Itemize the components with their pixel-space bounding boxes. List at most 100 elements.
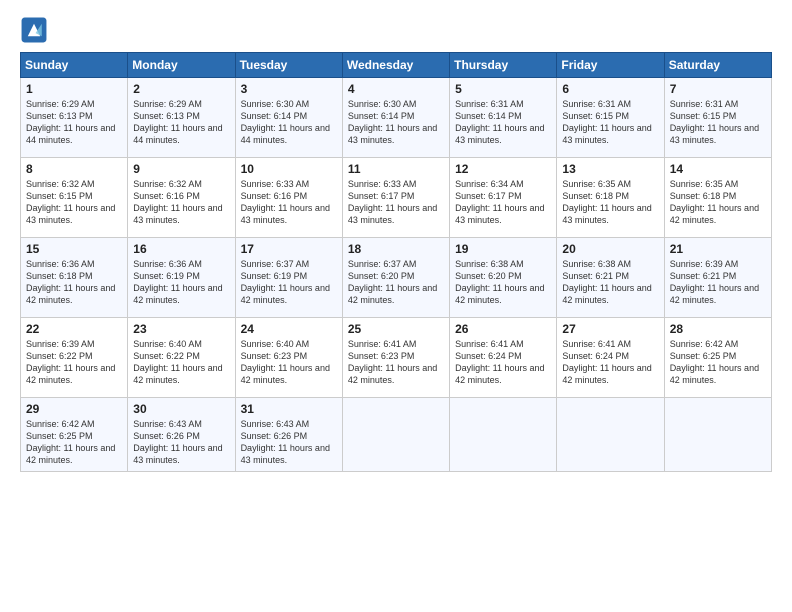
calendar-week-3: 15 Sunrise: 6:36 AMSunset: 6:18 PMDaylig… <box>21 238 772 318</box>
day-number: 19 <box>455 242 551 256</box>
calendar-cell: 6 Sunrise: 6:31 AMSunset: 6:15 PMDayligh… <box>557 78 664 158</box>
cell-info: Sunrise: 6:38 AMSunset: 6:21 PMDaylight:… <box>562 259 651 305</box>
calendar-cell: 14 Sunrise: 6:35 AMSunset: 6:18 PMDaylig… <box>664 158 771 238</box>
day-number: 10 <box>241 162 337 176</box>
calendar-cell: 18 Sunrise: 6:37 AMSunset: 6:20 PMDaylig… <box>342 238 449 318</box>
calendar-cell: 24 Sunrise: 6:40 AMSunset: 6:23 PMDaylig… <box>235 318 342 398</box>
calendar-week-2: 8 Sunrise: 6:32 AMSunset: 6:15 PMDayligh… <box>21 158 772 238</box>
calendar-cell: 30 Sunrise: 6:43 AMSunset: 6:26 PMDaylig… <box>128 398 235 472</box>
cell-info: Sunrise: 6:31 AMSunset: 6:15 PMDaylight:… <box>562 99 651 145</box>
day-number: 16 <box>133 242 229 256</box>
cell-info: Sunrise: 6:30 AMSunset: 6:14 PMDaylight:… <box>241 99 330 145</box>
calendar-cell: 9 Sunrise: 6:32 AMSunset: 6:16 PMDayligh… <box>128 158 235 238</box>
cell-info: Sunrise: 6:39 AMSunset: 6:22 PMDaylight:… <box>26 339 115 385</box>
cell-info: Sunrise: 6:36 AMSunset: 6:18 PMDaylight:… <box>26 259 115 305</box>
day-number: 28 <box>670 322 766 336</box>
calendar-cell <box>557 398 664 472</box>
calendar-cell: 2 Sunrise: 6:29 AMSunset: 6:13 PMDayligh… <box>128 78 235 158</box>
day-number: 30 <box>133 402 229 416</box>
cell-info: Sunrise: 6:31 AMSunset: 6:15 PMDaylight:… <box>670 99 759 145</box>
day-number: 27 <box>562 322 658 336</box>
cell-info: Sunrise: 6:41 AMSunset: 6:23 PMDaylight:… <box>348 339 437 385</box>
cell-info: Sunrise: 6:40 AMSunset: 6:23 PMDaylight:… <box>241 339 330 385</box>
cell-info: Sunrise: 6:37 AMSunset: 6:20 PMDaylight:… <box>348 259 437 305</box>
cell-info: Sunrise: 6:42 AMSunset: 6:25 PMDaylight:… <box>26 419 115 465</box>
calendar-cell <box>342 398 449 472</box>
day-number: 31 <box>241 402 337 416</box>
calendar-cell <box>450 398 557 472</box>
day-number: 23 <box>133 322 229 336</box>
calendar-cell: 27 Sunrise: 6:41 AMSunset: 6:24 PMDaylig… <box>557 318 664 398</box>
cell-info: Sunrise: 6:31 AMSunset: 6:14 PMDaylight:… <box>455 99 544 145</box>
weekday-header-thursday: Thursday <box>450 53 557 78</box>
weekday-header-row: SundayMondayTuesdayWednesdayThursdayFrid… <box>21 53 772 78</box>
cell-info: Sunrise: 6:37 AMSunset: 6:19 PMDaylight:… <box>241 259 330 305</box>
cell-info: Sunrise: 6:32 AMSunset: 6:15 PMDaylight:… <box>26 179 115 225</box>
day-number: 7 <box>670 82 766 96</box>
calendar-cell: 28 Sunrise: 6:42 AMSunset: 6:25 PMDaylig… <box>664 318 771 398</box>
weekday-header-saturday: Saturday <box>664 53 771 78</box>
day-number: 29 <box>26 402 122 416</box>
logo <box>20 16 52 44</box>
calendar-week-4: 22 Sunrise: 6:39 AMSunset: 6:22 PMDaylig… <box>21 318 772 398</box>
calendar-cell: 17 Sunrise: 6:37 AMSunset: 6:19 PMDaylig… <box>235 238 342 318</box>
calendar-cell: 1 Sunrise: 6:29 AMSunset: 6:13 PMDayligh… <box>21 78 128 158</box>
day-number: 11 <box>348 162 444 176</box>
page: SundayMondayTuesdayWednesdayThursdayFrid… <box>0 0 792 612</box>
cell-info: Sunrise: 6:32 AMSunset: 6:16 PMDaylight:… <box>133 179 222 225</box>
calendar-cell: 29 Sunrise: 6:42 AMSunset: 6:25 PMDaylig… <box>21 398 128 472</box>
cell-info: Sunrise: 6:29 AMSunset: 6:13 PMDaylight:… <box>133 99 222 145</box>
calendar-cell: 4 Sunrise: 6:30 AMSunset: 6:14 PMDayligh… <box>342 78 449 158</box>
weekday-header-friday: Friday <box>557 53 664 78</box>
day-number: 2 <box>133 82 229 96</box>
day-number: 9 <box>133 162 229 176</box>
day-number: 4 <box>348 82 444 96</box>
day-number: 20 <box>562 242 658 256</box>
cell-info: Sunrise: 6:36 AMSunset: 6:19 PMDaylight:… <box>133 259 222 305</box>
cell-info: Sunrise: 6:41 AMSunset: 6:24 PMDaylight:… <box>455 339 544 385</box>
day-number: 3 <box>241 82 337 96</box>
calendar-week-1: 1 Sunrise: 6:29 AMSunset: 6:13 PMDayligh… <box>21 78 772 158</box>
calendar-cell: 25 Sunrise: 6:41 AMSunset: 6:23 PMDaylig… <box>342 318 449 398</box>
calendar-cell: 19 Sunrise: 6:38 AMSunset: 6:20 PMDaylig… <box>450 238 557 318</box>
cell-info: Sunrise: 6:35 AMSunset: 6:18 PMDaylight:… <box>670 179 759 225</box>
calendar-cell: 23 Sunrise: 6:40 AMSunset: 6:22 PMDaylig… <box>128 318 235 398</box>
header <box>20 16 772 44</box>
calendar-cell: 10 Sunrise: 6:33 AMSunset: 6:16 PMDaylig… <box>235 158 342 238</box>
day-number: 6 <box>562 82 658 96</box>
calendar-cell: 12 Sunrise: 6:34 AMSunset: 6:17 PMDaylig… <box>450 158 557 238</box>
day-number: 5 <box>455 82 551 96</box>
cell-info: Sunrise: 6:39 AMSunset: 6:21 PMDaylight:… <box>670 259 759 305</box>
cell-info: Sunrise: 6:43 AMSunset: 6:26 PMDaylight:… <box>133 419 222 465</box>
calendar-cell: 22 Sunrise: 6:39 AMSunset: 6:22 PMDaylig… <box>21 318 128 398</box>
calendar-cell: 26 Sunrise: 6:41 AMSunset: 6:24 PMDaylig… <box>450 318 557 398</box>
cell-info: Sunrise: 6:43 AMSunset: 6:26 PMDaylight:… <box>241 419 330 465</box>
calendar-cell: 11 Sunrise: 6:33 AMSunset: 6:17 PMDaylig… <box>342 158 449 238</box>
cell-info: Sunrise: 6:35 AMSunset: 6:18 PMDaylight:… <box>562 179 651 225</box>
day-number: 25 <box>348 322 444 336</box>
logo-icon <box>20 16 48 44</box>
cell-info: Sunrise: 6:41 AMSunset: 6:24 PMDaylight:… <box>562 339 651 385</box>
calendar: SundayMondayTuesdayWednesdayThursdayFrid… <box>20 52 772 472</box>
cell-info: Sunrise: 6:34 AMSunset: 6:17 PMDaylight:… <box>455 179 544 225</box>
calendar-cell: 31 Sunrise: 6:43 AMSunset: 6:26 PMDaylig… <box>235 398 342 472</box>
calendar-cell: 16 Sunrise: 6:36 AMSunset: 6:19 PMDaylig… <box>128 238 235 318</box>
calendar-cell: 20 Sunrise: 6:38 AMSunset: 6:21 PMDaylig… <box>557 238 664 318</box>
calendar-cell: 21 Sunrise: 6:39 AMSunset: 6:21 PMDaylig… <box>664 238 771 318</box>
calendar-week-5: 29 Sunrise: 6:42 AMSunset: 6:25 PMDaylig… <box>21 398 772 472</box>
cell-info: Sunrise: 6:40 AMSunset: 6:22 PMDaylight:… <box>133 339 222 385</box>
cell-info: Sunrise: 6:42 AMSunset: 6:25 PMDaylight:… <box>670 339 759 385</box>
day-number: 12 <box>455 162 551 176</box>
calendar-cell <box>664 398 771 472</box>
cell-info: Sunrise: 6:30 AMSunset: 6:14 PMDaylight:… <box>348 99 437 145</box>
calendar-cell: 5 Sunrise: 6:31 AMSunset: 6:14 PMDayligh… <box>450 78 557 158</box>
day-number: 26 <box>455 322 551 336</box>
weekday-header-wednesday: Wednesday <box>342 53 449 78</box>
weekday-header-monday: Monday <box>128 53 235 78</box>
cell-info: Sunrise: 6:33 AMSunset: 6:16 PMDaylight:… <box>241 179 330 225</box>
day-number: 17 <box>241 242 337 256</box>
cell-info: Sunrise: 6:29 AMSunset: 6:13 PMDaylight:… <box>26 99 115 145</box>
day-number: 13 <box>562 162 658 176</box>
day-number: 18 <box>348 242 444 256</box>
day-number: 8 <box>26 162 122 176</box>
